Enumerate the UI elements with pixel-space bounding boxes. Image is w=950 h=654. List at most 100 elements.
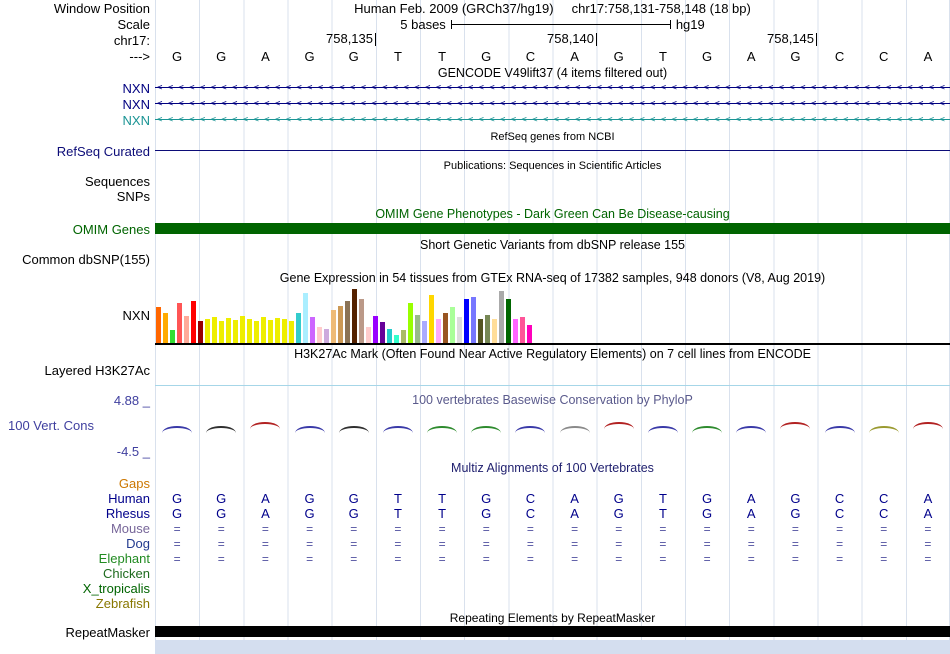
gtex-tissue-bar <box>198 321 203 343</box>
multiz-track-title[interactable]: Multiz Alignments of 100 Vertebrates <box>155 460 950 476</box>
phylop-mark <box>162 426 192 433</box>
phylop-mark-cell <box>243 426 287 433</box>
gtex-tissue-bar <box>331 310 336 343</box>
repeatmasker-label[interactable]: RepeatMasker <box>0 624 155 640</box>
multiz-row-x_tropicalis[interactable]: X_tropicalis <box>0 581 950 596</box>
species-label[interactable]: Mouse <box>0 521 155 536</box>
phylop-mark <box>295 426 325 433</box>
publications-track-title[interactable]: Publications: Sequences in Scientific Ar… <box>155 158 950 174</box>
gtex-tissue-bar <box>352 289 357 343</box>
phylop-mark <box>825 426 855 433</box>
snps-label[interactable]: SNPs <box>0 189 155 204</box>
gencode-gene-row[interactable]: NXN<<<<<<<<<<<<<<<<<<<<<<<<<<<<<<<<<<<<<… <box>0 112 950 128</box>
species-label[interactable]: Chicken <box>0 566 155 581</box>
multiz-row-human[interactable]: HumanGGAGGTTGCAGTGAGCCA <box>0 491 950 506</box>
sequences-label[interactable]: Sequences <box>0 174 155 189</box>
repeatmasker-track[interactable] <box>155 624 950 640</box>
phylop-min-label: -4.5 _ <box>117 444 150 459</box>
alignment-cell: = <box>641 521 685 536</box>
phylop-track-title: 100 vertebrates Basewise Conservation by… <box>155 392 950 408</box>
strand-arrow-label: ---> <box>0 48 155 65</box>
alignment-cell: A <box>553 491 597 506</box>
gtex-track-title[interactable]: Gene Expression in 54 tissues from GTEx … <box>155 270 950 286</box>
gencode-gene-item[interactable]: <<<<<<<<<<<<<<<<<<<<<<<<<<<<<<<<<<<<<<<<… <box>155 112 950 128</box>
gencode-track-title[interactable]: GENCODE V49lift37 (4 items filtered out) <box>155 65 950 80</box>
alignment-cell: = <box>773 536 817 551</box>
gtex-tissue-bar <box>345 301 350 343</box>
h3k27ac-track[interactable] <box>155 362 950 392</box>
dbsnp-label[interactable]: Common dbSNP(155) <box>0 252 155 267</box>
multiz-row-mouse[interactable]: Mouse================== <box>0 521 950 536</box>
alignment-cell: = <box>464 536 508 551</box>
multiz-row-zebrafish[interactable]: Zebrafish <box>0 596 950 611</box>
alignment-cell: = <box>420 536 464 551</box>
h3k27ac-track-title[interactable]: H3K27Ac Mark (Often Found Near Active Re… <box>155 345 950 362</box>
phylop-mark <box>471 426 501 433</box>
phylop-mark <box>560 426 590 433</box>
species-label[interactable]: Human <box>0 491 155 506</box>
multiz-row-dog[interactable]: Dog================== <box>0 536 950 551</box>
alignment-cell: G <box>597 491 641 506</box>
species-label[interactable]: Zebrafish <box>0 596 155 611</box>
omim-genes-track[interactable] <box>155 221 950 237</box>
phylop-track-label[interactable]: 100 Vert. Cons <box>8 418 94 433</box>
alignment-cell: = <box>773 521 817 536</box>
gencode-gene-label[interactable]: NXN <box>0 96 155 112</box>
gencode-gene-row[interactable]: NXN<<<<<<<<<<<<<<<<<<<<<<<<<<<<<<<<<<<<<… <box>0 80 950 96</box>
alignment-cell: = <box>288 536 332 551</box>
dbsnp-track[interactable] <box>155 252 950 267</box>
gencode-gene-label[interactable]: NXN <box>0 80 155 96</box>
gtex-tissue-bar <box>317 327 322 343</box>
multiz-row-rhesus[interactable]: RhesusGGAGGTTGCAGTGAGCCA <box>0 506 950 521</box>
alignment-cell: A <box>243 491 287 506</box>
alignment-cell: = <box>818 521 862 536</box>
phylop-mark-cell <box>773 426 817 433</box>
omim-gene-bar <box>155 223 950 234</box>
species-label[interactable]: X_tropicalis <box>0 581 155 596</box>
refseq-curated-label[interactable]: RefSeq Curated <box>0 144 155 158</box>
gtex-tissue-bar <box>282 319 287 343</box>
gtex-tissue-bar <box>240 316 245 343</box>
gencode-gene-item[interactable]: <<<<<<<<<<<<<<<<<<<<<<<<<<<<<<<<<<<<<<<<… <box>155 80 950 96</box>
species-label[interactable]: Gaps <box>0 476 155 491</box>
gtex-tissue-bar <box>478 319 483 343</box>
alignment-cell: C <box>818 491 862 506</box>
alignment-cell: G <box>464 491 508 506</box>
sequences-track[interactable] <box>155 174 950 189</box>
species-label[interactable]: Rhesus <box>0 506 155 521</box>
species-label[interactable]: Dog <box>0 536 155 551</box>
gtex-tissue-bar <box>156 307 161 343</box>
h3k27ac-label[interactable]: Layered H3K27Ac <box>0 362 155 392</box>
alignment-cell: T <box>420 491 464 506</box>
refseq-curated-track[interactable] <box>155 144 950 158</box>
phylop-max-label: 4.88 _ <box>114 393 150 408</box>
omim-genes-label[interactable]: OMIM Genes <box>0 221 155 237</box>
alignment-cell: = <box>685 551 729 566</box>
refseq-track-title[interactable]: RefSeq genes from NCBI <box>155 130 950 144</box>
base-letter: G <box>773 48 817 65</box>
gencode-gene-item[interactable]: <<<<<<<<<<<<<<<<<<<<<<<<<<<<<<<<<<<<<<<<… <box>155 96 950 112</box>
phylop-mark-cell <box>685 426 729 433</box>
multiz-row-elephant[interactable]: Elephant================== <box>0 551 950 566</box>
base-letter: A <box>906 48 950 65</box>
multiz-row-chicken[interactable]: Chicken <box>0 566 950 581</box>
repeatmasker-track-title[interactable]: Repeating Elements by RepeatMasker <box>155 611 950 624</box>
alignment-cell: C <box>862 506 906 521</box>
species-label[interactable]: Elephant <box>0 551 155 566</box>
phylop-mark <box>648 426 678 433</box>
base-letter: G <box>288 48 332 65</box>
gtex-gene-label[interactable]: NXN <box>0 286 155 345</box>
gencode-gene-row[interactable]: NXN<<<<<<<<<<<<<<<<<<<<<<<<<<<<<<<<<<<<<… <box>0 96 950 112</box>
alignment-cell: = <box>332 536 376 551</box>
snps-track[interactable] <box>155 189 950 204</box>
base-letter: G <box>199 48 243 65</box>
gtex-track[interactable] <box>155 286 950 345</box>
sequence-track[interactable]: GGAGGTTGCAGTGAGCCA <box>155 48 950 65</box>
gencode-gene-label[interactable]: NXN <box>0 112 155 128</box>
dbsnp-track-title[interactable]: Short Genetic Variants from dbSNP releas… <box>155 237 950 252</box>
alignment-cell: = <box>553 536 597 551</box>
phylop-track[interactable]: 100 vertebrates Basewise Conservation by… <box>155 392 950 460</box>
phylop-mark <box>206 426 236 433</box>
multiz-row-gaps[interactable]: Gaps <box>0 476 950 491</box>
omim-track-title[interactable]: OMIM Gene Phenotypes - Dark Green Can Be… <box>155 206 950 221</box>
